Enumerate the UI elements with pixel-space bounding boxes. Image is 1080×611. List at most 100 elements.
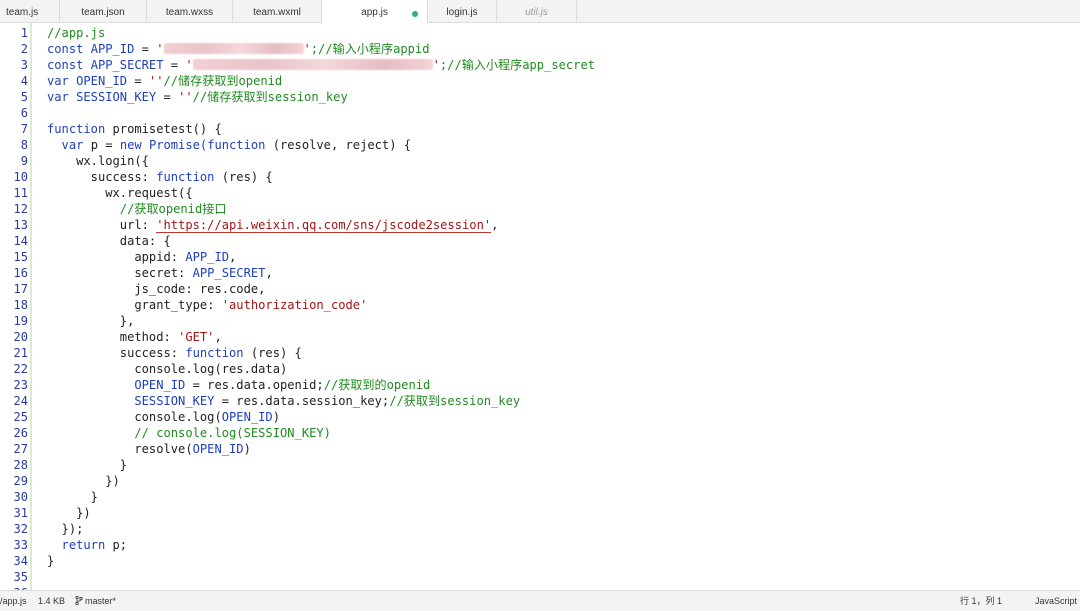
line-number: 34 <box>13 554 28 568</box>
editor-tab-bar: team.js team.json team.wxss team.wxml app.js… <box>0 0 1080 23</box>
tab-team-wxss[interactable]: team.wxss <box>147 0 233 22</box>
code-line[interactable]: resolve(OPEN_ID) <box>47 441 251 457</box>
code-token: = <box>163 58 186 72</box>
code-token: var <box>47 138 91 152</box>
tab-label: team.wxss <box>165 7 214 18</box>
line-number: 31 <box>13 506 28 520</box>
code-editor[interactable]: 1 2 3 4 5 6 7 8 9 10 11 12 13 14 15 16 17 18 19 20 21 22 23 24 2… <box>0 23 1080 590</box>
code-token: console.log( <box>47 410 222 424</box>
line-number: 11 <box>13 186 28 200</box>
code-line[interactable]: //app.js <box>47 25 105 41</box>
code-token: var <box>47 90 77 104</box>
code-line[interactable]: method: 'GET', <box>47 329 222 345</box>
line-number: 15 <box>13 250 28 264</box>
tab-team-json[interactable]: team.json <box>60 0 147 22</box>
code-line[interactable]: success: function (res) { <box>47 169 273 185</box>
tab-label: util.js <box>525 7 548 18</box>
line-number: 19 <box>13 314 28 328</box>
code-line[interactable]: js_code: res.code, <box>47 281 265 297</box>
code-token: , <box>491 218 499 232</box>
unsaved-changes-dot-icon[interactable] <box>412 11 418 17</box>
tab-app-js[interactable]: app.js <box>322 0 428 23</box>
line-number: 14 <box>13 234 28 248</box>
code-line[interactable]: } <box>47 489 98 505</box>
line-number: 26 <box>13 426 28 440</box>
code-token: const <box>47 58 91 72</box>
code-line[interactable]: // console.log(SESSION_KEY) <box>47 425 331 441</box>
code-line[interactable]: } <box>47 457 127 473</box>
line-number: 8 <box>20 138 28 152</box>
redacted-value <box>192 59 433 70</box>
code-token: wx.request({ <box>47 186 193 200</box>
code-token: } <box>47 458 128 472</box>
code-token: new <box>119 138 149 152</box>
code-line[interactable]: wx.login({ <box>47 153 149 169</box>
code-line[interactable]: return p; <box>47 537 128 553</box>
code-token: url: <box>47 218 157 232</box>
code-token: '' <box>148 74 164 88</box>
line-number: 28 <box>13 458 28 472</box>
tab-util-js[interactable]: util.js <box>497 0 577 22</box>
code-token: const <box>47 42 91 56</box>
code-line[interactable]: var p = new Promise(function (resolve, r… <box>47 137 412 153</box>
code-token: ;//输入小程序app_secret <box>439 58 596 72</box>
tab-team-js[interactable]: team.js <box>0 0 60 22</box>
redacted-value <box>163 43 304 54</box>
code-line[interactable]: appid: APP_ID, <box>47 249 236 265</box>
line-number: 12 <box>13 202 28 216</box>
code-line[interactable]: SESSION_KEY = res.data.session_key;//获取到… <box>47 393 520 409</box>
code-token: = <box>127 74 149 88</box>
code-token: grant_type: <box>47 298 222 312</box>
code-line[interactable]: }) <box>47 473 120 489</box>
tab-team-wxml[interactable]: team.wxml <box>233 0 322 22</box>
line-number: 35 <box>13 570 28 584</box>
code-line[interactable]: console.log(res.data) <box>47 361 287 377</box>
tab-label: login.js <box>446 7 478 18</box>
code-line[interactable]: success: function (res) { <box>47 345 302 361</box>
code-token: '' <box>178 90 193 104</box>
language-mode[interactable]: JavaScript <box>1035 591 1077 611</box>
code-line[interactable]: const APP_SECRET = ' ';//输入小程序app_secret <box>47 57 595 73</box>
tab-label: app.js <box>361 7 388 18</box>
code-token: console.log(res.data) <box>47 362 288 376</box>
line-number: 18 <box>13 298 28 312</box>
code-line[interactable]: data: { <box>47 233 171 249</box>
code-token: success: <box>47 346 186 360</box>
code-area[interactable]: //app.js const APP_ID = ' ';//输入小程序appid co… <box>47 23 1067 590</box>
code-token: function <box>185 346 251 360</box>
file-path: /app.js <box>0 596 27 606</box>
code-token: //储存获取到openid <box>163 74 283 88</box>
code-token: = <box>134 42 157 56</box>
line-number: 32 <box>13 522 28 536</box>
code-token: (res) { <box>250 346 302 360</box>
tab-login-js[interactable]: login.js <box>428 0 497 22</box>
code-token: OPEN_ID <box>192 442 244 456</box>
code-line[interactable]: url: 'https://api.weixin.qq.com/sns/jsco… <box>47 217 498 233</box>
code-token: js_code: res.code, <box>47 282 266 296</box>
code-token: p = <box>90 138 120 152</box>
code-line[interactable]: }) <box>47 505 91 521</box>
code-token: }) <box>47 474 120 488</box>
code-line[interactable]: secret: APP_SECRET, <box>47 265 272 281</box>
code-token: //获取openid接口 <box>47 202 227 216</box>
code-line[interactable]: }, <box>47 313 135 329</box>
tab-label: team.wxml <box>253 7 301 18</box>
code-line[interactable]: }); <box>47 521 84 537</box>
code-line[interactable]: wx.request({ <box>47 185 193 201</box>
code-token: function <box>47 122 113 136</box>
code-line[interactable]: var SESSION_KEY = ''//储存获取到session_key <box>47 89 348 105</box>
code-line[interactable]: const APP_ID = ' ';//输入小程序appid <box>47 41 430 57</box>
code-token: (res) { <box>221 170 273 184</box>
code-line[interactable]: function promisetest() { <box>47 121 222 137</box>
line-number: 23 <box>13 378 28 392</box>
code-token: promisetest() { <box>112 122 222 136</box>
code-line[interactable]: OPEN_ID = res.data.openid;//获取到的openid <box>47 377 430 393</box>
code-token: ' <box>432 58 440 72</box>
code-line[interactable]: //获取openid接口 <box>47 201 227 217</box>
code-line[interactable]: grant_type: 'authorization_code' <box>47 297 367 313</box>
cursor-position[interactable]: 行 1，列 1 <box>960 591 1002 611</box>
code-line[interactable]: var OPEN_ID = ''//储存获取到openid <box>47 73 282 89</box>
code-line[interactable]: console.log(OPEN_ID) <box>47 409 280 425</box>
git-branch[interactable]: master* <box>75 591 116 611</box>
code-line[interactable]: } <box>47 553 54 569</box>
